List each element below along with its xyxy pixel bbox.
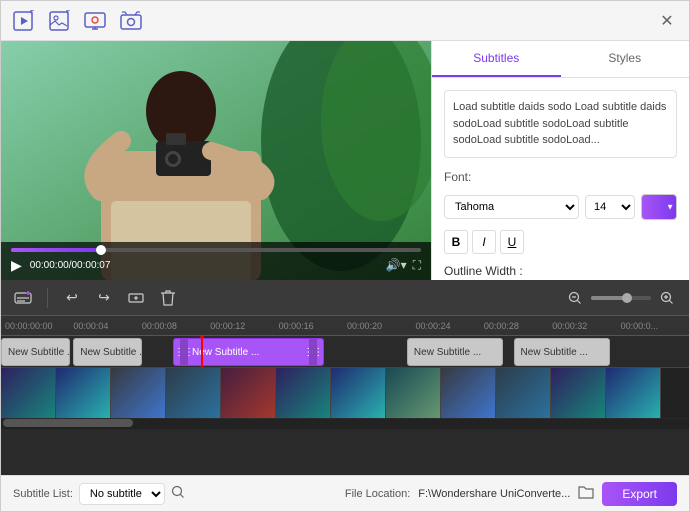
subtitle-clip-1[interactable]: New Subtitle ... (1, 338, 70, 366)
video-thumb-10 (496, 368, 551, 418)
timeline-tracks: ▼ New Subtitle ... New Subtitle ... ⋮ Ne… (1, 336, 689, 475)
file-location-label: File Location: (345, 488, 410, 500)
audio-settings-icon[interactable]: 🔊▾ (386, 258, 407, 273)
video-thumb-3 (111, 368, 166, 418)
format-row: B I U (444, 230, 677, 254)
font-color-button[interactable] (641, 194, 677, 220)
add-subtitle-button[interactable] (11, 286, 35, 310)
tab-subtitles[interactable]: Subtitles (432, 41, 561, 77)
progress-thumb (96, 245, 106, 255)
subtitle-clip-5[interactable]: New Subtitle ... (514, 338, 610, 366)
fullscreen-icon[interactable]: ⛶ (413, 258, 421, 273)
export-button[interactable]: Export (602, 482, 677, 506)
ruler-mark-0: 00:00:00:00 (3, 321, 71, 331)
progress-fill (11, 248, 101, 252)
underline-button[interactable]: U (500, 230, 524, 254)
zoom-slider[interactable] (591, 296, 651, 300)
video-preview: ▶ 00:00:00/00:00:07 🔊▾ ⛶ (1, 41, 431, 280)
font-family-select[interactable]: Tahoma (444, 195, 579, 219)
video-thumb-5 (221, 368, 276, 418)
add-media-icon[interactable] (11, 9, 35, 33)
tab-styles[interactable]: Styles (561, 41, 690, 77)
ruler-mark-3: 00:00:12 (208, 321, 276, 331)
play-button[interactable]: ▶ (11, 257, 22, 274)
zoom-thumb (622, 293, 632, 303)
search-icon[interactable] (171, 485, 185, 502)
ruler-mark-4: 00:00:16 (277, 321, 345, 331)
subtitle-list-label: Subtitle List: (13, 488, 73, 500)
panel-content: Load subtitle daids sodo Load subtitle d… (432, 78, 689, 280)
video-thumb-6 (276, 368, 331, 418)
subtitle-textarea[interactable]: Load subtitle daids sodo Load subtitle d… (444, 90, 677, 158)
video-thumb-7 (331, 368, 386, 418)
undo-button[interactable]: ↩ (60, 286, 84, 310)
top-toolbar: ✕ (1, 1, 689, 41)
status-bar: Subtitle List: No subtitle File Location… (1, 475, 689, 511)
status-right: File Location: F:\Wondershare UniConvert… (345, 482, 677, 506)
font-label-row: Font: (444, 170, 677, 184)
video-thumb-1 (1, 368, 56, 418)
timeline-ruler: 00:00:00:00 00:00:04 00:00:08 00:00:12 0… (1, 316, 689, 336)
right-panel: Subtitles Styles Load subtitle daids sod… (431, 41, 689, 280)
bold-button[interactable]: B (444, 230, 468, 254)
playhead: ▼ (201, 336, 203, 367)
add-track-button[interactable] (124, 286, 148, 310)
progress-bar[interactable] (11, 248, 421, 252)
video-thumb-2 (56, 368, 111, 418)
video-thumbnail-track (1, 368, 689, 418)
time-display: 00:00:00/00:00:07 (30, 260, 378, 271)
ruler-mark-1: 00:00:04 (71, 321, 139, 331)
subtitle-clip-4[interactable]: New Subtitle ... (407, 338, 503, 366)
ruler-mark-5: 00:00:20 (345, 321, 413, 331)
outline-title: Outline Width : (444, 264, 677, 278)
file-location-value: F:\Wondershare UniConverte... (418, 488, 570, 500)
add-camera-icon[interactable] (119, 9, 143, 33)
timeline-area: ↩ ↪ 0 (1, 280, 689, 475)
controls-row: ▶ 00:00:00/00:00:07 🔊▾ ⛶ (11, 257, 421, 274)
font-label: Font: (444, 170, 489, 184)
scroll-thumb[interactable] (3, 419, 133, 427)
redo-button[interactable]: ↪ (92, 286, 116, 310)
clip-right-handle[interactable]: ⋮ (309, 339, 317, 365)
ruler-mark-9: 00:00:0... (619, 321, 687, 331)
subtitle-clip-2[interactable]: New Subtitle ... (73, 338, 142, 366)
status-left: Subtitle List: No subtitle (13, 483, 185, 505)
clip-left-handle[interactable]: ⋮ (180, 339, 188, 365)
video-thumb-4 (166, 368, 221, 418)
screen-record-icon[interactable] (83, 9, 107, 33)
ruler-mark-2: 00:00:08 (140, 321, 208, 331)
subtitle-track: ▼ New Subtitle ... New Subtitle ... ⋮ Ne… (1, 336, 689, 368)
add-photo-icon[interactable] (47, 9, 71, 33)
video-thumb-12 (606, 368, 661, 418)
video-thumb-11 (551, 368, 606, 418)
italic-button[interactable]: I (472, 230, 496, 254)
scroll-track (1, 419, 689, 429)
subtitle-clips: ▼ New Subtitle ... New Subtitle ... ⋮ Ne… (1, 336, 689, 367)
main-area: ▶ 00:00:00/00:00:07 🔊▾ ⛶ Subtitles Style… (1, 41, 689, 280)
video-thumb-9 (441, 368, 496, 418)
subtitle-list-select[interactable]: No subtitle (79, 483, 165, 505)
zoom-out-button[interactable] (563, 286, 587, 310)
subtitle-clip-3-active[interactable]: ⋮ New Subtitle ... ⋮ (173, 338, 324, 366)
tab-bar: Subtitles Styles (432, 41, 689, 78)
app-window: ✕ (0, 0, 690, 512)
toolbar-separator (47, 288, 48, 308)
ruler-marks: 00:00:00:00 00:00:04 00:00:08 00:00:12 0… (1, 321, 689, 331)
folder-icon[interactable] (578, 485, 594, 502)
font-row: Tahoma 14 (444, 194, 677, 220)
delete-button[interactable] (156, 286, 180, 310)
zoom-controls (563, 286, 679, 310)
ruler-mark-6: 00:00:24 (413, 321, 481, 331)
zoom-in-button[interactable] (655, 286, 679, 310)
toolbar-icons (11, 9, 143, 33)
ruler-mark-7: 00:00:28 (482, 321, 550, 331)
ruler-mark-8: 00:00:32 (550, 321, 618, 331)
font-size-select[interactable]: 14 (585, 195, 635, 219)
ctrl-icons: 🔊▾ ⛶ (386, 258, 421, 273)
timeline-toolbar: ↩ ↪ (1, 280, 689, 316)
video-controls: ▶ 00:00:00/00:00:07 🔊▾ ⛶ (1, 242, 431, 280)
video-thumb-8 (386, 368, 441, 418)
close-button[interactable]: ✕ (655, 9, 679, 33)
